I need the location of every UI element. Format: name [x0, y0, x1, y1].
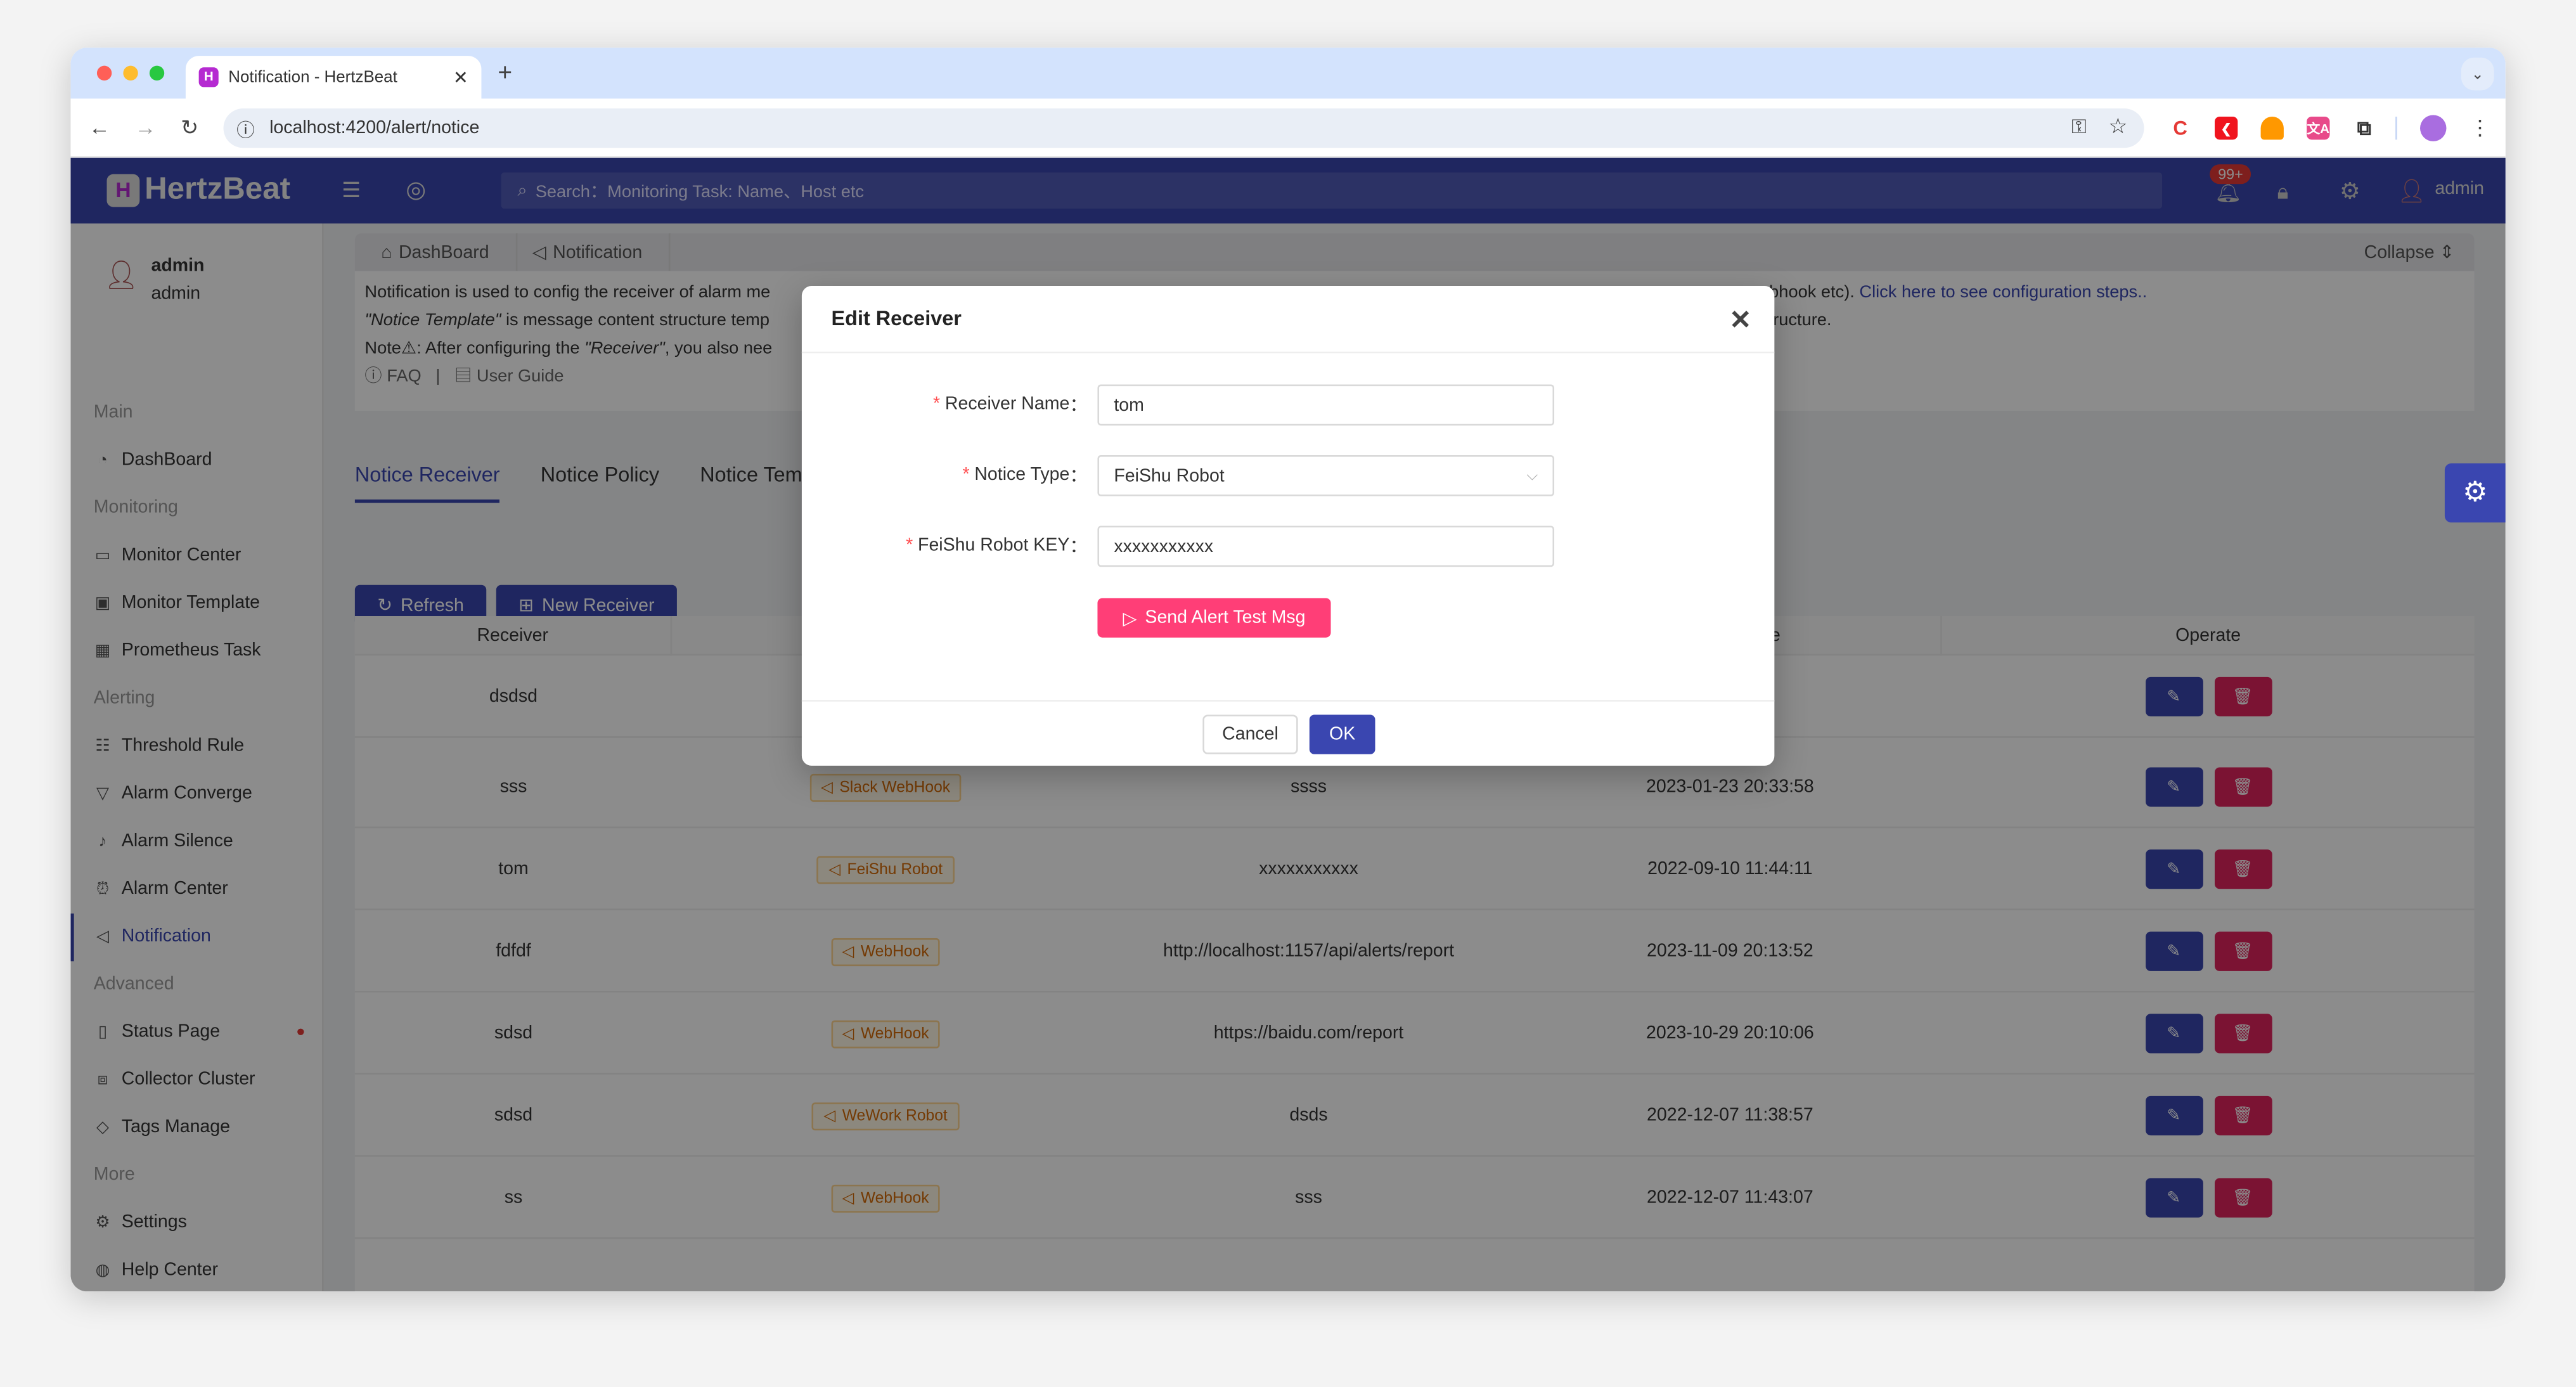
- label-text: Receiver Name: [944, 394, 1070, 415]
- forward-arrow-icon[interactable]: →: [135, 115, 157, 139]
- modal-title: Edit Receiver: [831, 307, 962, 330]
- close-icon[interactable]: ✕: [1729, 304, 1751, 337]
- new-tab-button[interactable]: +: [498, 59, 512, 87]
- maximize-window-button[interactable]: [149, 65, 165, 81]
- chevron-down-icon: ⌵: [1526, 467, 1538, 484]
- hertzbeat-favicon-icon: H: [198, 67, 219, 87]
- extension-helmet-icon[interactable]: [2260, 117, 2284, 140]
- edit-receiver-modal: Edit Receiver ✕ * Receiver Name： tom * Noti…: [801, 286, 1775, 766]
- send-test-label: Send Alert Test Msg: [1145, 608, 1306, 628]
- browser-menu-icon[interactable]: ⋮: [2470, 115, 2491, 141]
- toolbar-divider: [2395, 117, 2397, 140]
- ok-button[interactable]: OK: [1309, 714, 1375, 754]
- browser-tab[interactable]: H Notification - HertzBeat ✕: [185, 56, 482, 99]
- theme-settings-gear-icon[interactable]: ⚙: [2444, 463, 2506, 523]
- notice-type-select[interactable]: FeiShu Robot ⌵: [1097, 455, 1555, 496]
- tab-search-chevron-down-icon[interactable]: ⌄: [2461, 57, 2494, 91]
- feishu-key-input[interactable]: xxxxxxxxxxx: [1097, 526, 1555, 567]
- extension-translate-icon[interactable]: 文A: [2307, 117, 2330, 140]
- modal-header: Edit Receiver ✕: [801, 286, 1775, 354]
- site-info-icon[interactable]: ⓘ: [236, 117, 255, 143]
- extension-red-icon[interactable]: ❮: [2215, 117, 2238, 140]
- tab-title: Notification - HertzBeat: [228, 68, 397, 87]
- bookmark-star-icon[interactable]: ☆: [2108, 113, 2127, 139]
- back-arrow-icon[interactable]: ←: [89, 115, 110, 139]
- screen: H Notification - HertzBeat ✕ + ⌄ ← → ↻ ⓘ…: [0, 0, 2576, 1387]
- send-test-msg-button[interactable]: ▷ Send Alert Test Msg: [1097, 598, 1331, 638]
- url-text: localhost:4200/alert/notice: [269, 118, 480, 138]
- close-window-button[interactable]: [96, 65, 112, 81]
- address-bar[interactable]: ⓘ localhost:4200/alert/notice ⚿ ☆: [223, 108, 2144, 148]
- browser-window: H Notification - HertzBeat ✕ + ⌄ ← → ↻ ⓘ…: [70, 48, 2506, 1292]
- password-key-icon[interactable]: ⚿: [2071, 115, 2087, 139]
- notice-type-label: * Notice Type：: [962, 465, 1088, 487]
- send-icon: ▷: [1123, 609, 1137, 629]
- label-text: FeiShu Robot KEY: [918, 535, 1070, 556]
- label-text: Notice Type: [974, 465, 1070, 485]
- reload-icon[interactable]: ↻: [181, 115, 198, 141]
- extensions-puzzle-icon[interactable]: ⧉: [2353, 116, 2376, 139]
- close-tab-icon[interactable]: ✕: [453, 67, 468, 88]
- browser-tabstrip: H Notification - HertzBeat ✕ + ⌄: [70, 48, 2506, 99]
- modal-footer-divider: [801, 700, 1775, 702]
- notice-type-value: FeiShu Robot: [1114, 465, 1225, 486]
- minimize-window-button[interactable]: [123, 65, 138, 81]
- receiver-name-label: * Receiver Name：: [933, 394, 1088, 416]
- profile-avatar[interactable]: [2420, 115, 2447, 141]
- cancel-button[interactable]: Cancel: [1202, 714, 1298, 754]
- feishu-key-label: * FeiShu Robot KEY：: [906, 535, 1088, 557]
- extension-c-icon[interactable]: C: [2168, 117, 2191, 139]
- receiver-name-input[interactable]: tom: [1097, 384, 1555, 426]
- browser-toolbar: ← → ↻ ⓘ localhost:4200/alert/notice ⚿ ☆ …: [70, 98, 2506, 158]
